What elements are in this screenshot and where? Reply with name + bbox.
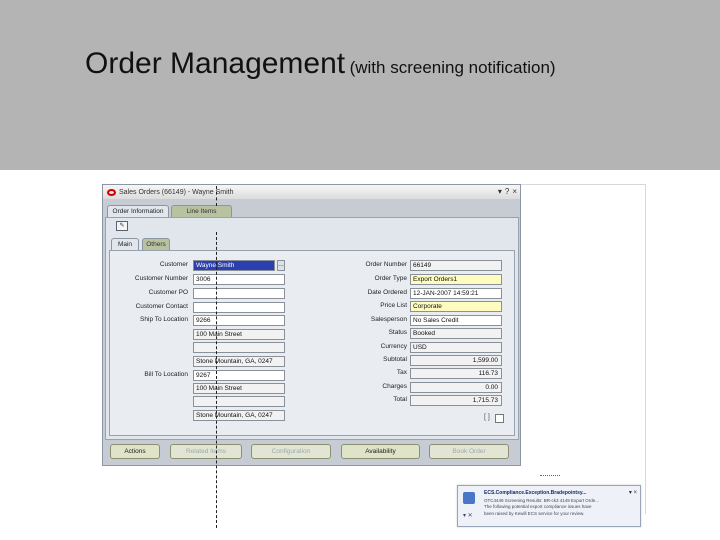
- order-information-panel: ✎ Main Others Customer Wayne Smith … Cus…: [105, 217, 519, 440]
- tab-main[interactable]: Main: [111, 238, 139, 250]
- bill-to-address-line1: 100 Main Street: [193, 383, 285, 394]
- order-number-field: 66149: [410, 260, 502, 271]
- status-label: Status: [388, 329, 407, 336]
- flexfield-checkbox[interactable]: [495, 414, 504, 423]
- toast-options-icons[interactable]: ▾ ✕: [463, 512, 473, 519]
- window-titlebar[interactable]: Sales Orders (66149) - Wayne Smith ▾ ? ×: [103, 185, 520, 199]
- customer-label: Customer: [159, 261, 188, 268]
- availability-button[interactable]: Availability: [341, 444, 420, 459]
- toast-pointer: [540, 475, 560, 476]
- total-field: 1,715.73: [410, 395, 502, 406]
- ship-to-location-field[interactable]: 9266: [193, 315, 285, 326]
- window-menu-icon[interactable]: ▾: [498, 187, 502, 196]
- customer-lov-button[interactable]: …: [277, 260, 285, 271]
- toast-line-1: OTC4449 Screening Results: BR-ck3 4149 E…: [484, 498, 600, 503]
- order-type-field[interactable]: Export Orders1: [410, 274, 502, 285]
- total-label: Total: [393, 396, 407, 403]
- currency-label: Currency: [380, 343, 407, 350]
- subtotal-label: Subtotal: [383, 356, 407, 363]
- salesperson-label: Salesperson: [370, 316, 407, 323]
- price-list-label: Price List: [380, 302, 407, 309]
- price-list-field[interactable]: Corporate: [410, 301, 502, 312]
- window-help-icon[interactable]: ?: [505, 187, 509, 196]
- ship-to-address-line3: Stone Mountain, GA, 0247: [193, 356, 285, 367]
- attachment-icon[interactable]: ✎: [116, 221, 128, 231]
- ship-to-location-label: Ship To Location: [140, 316, 188, 323]
- screening-notification-toast[interactable]: ▾ ✕ ECS.Compliance.Exception.Bradepoints…: [457, 485, 641, 527]
- bill-to-location-label: Bill To Location: [144, 371, 188, 378]
- customer-number-field[interactable]: 3006: [193, 274, 285, 285]
- guide-line: [216, 232, 217, 528]
- ship-to-address-line2: [193, 342, 285, 353]
- tab-order-information[interactable]: Order Information: [107, 205, 169, 217]
- customer-number-label: Customer Number: [134, 275, 188, 282]
- tab-others[interactable]: Others: [142, 238, 170, 250]
- bill-to-location-field[interactable]: 9267: [193, 370, 285, 381]
- guide-line-top: [216, 186, 217, 206]
- toast-line-3: been raised by Kewill ECS service for yo…: [484, 511, 585, 516]
- bill-to-address-line2: [193, 396, 285, 407]
- customer-contact-field[interactable]: [193, 302, 285, 313]
- customer-contact-label: Customer Contact: [135, 303, 188, 310]
- order-number-label: Order Number: [365, 261, 407, 268]
- slide-title-sub: (with screening notification): [349, 58, 556, 77]
- subtotal-field: 1,599.00: [410, 355, 502, 366]
- book-order-button[interactable]: Book Order: [429, 444, 509, 459]
- tax-field: 116.73: [410, 368, 502, 379]
- date-ordered-label: Date Ordered: [367, 289, 407, 296]
- oracle-logo-icon: [107, 188, 116, 196]
- ship-to-address-line1: 100 Main Street: [193, 329, 285, 340]
- bill-to-address-line3: Stone Mountain, GA, 0247: [193, 410, 285, 421]
- notification-app-icon: [463, 492, 475, 504]
- slide-title-main: Order Management: [85, 47, 346, 80]
- customer-po-field[interactable]: [193, 288, 285, 299]
- customer-po-label: Customer PO: [148, 289, 188, 296]
- tax-label: Tax: [396, 369, 407, 376]
- sales-orders-window: Sales Orders (66149) - Wayne Smith ▾ ? ×…: [102, 184, 521, 466]
- date-ordered-field[interactable]: 12-JAN-2007 14:59:21: [410, 288, 502, 299]
- configuration-button[interactable]: Configuration: [251, 444, 331, 459]
- status-field: Booked: [410, 328, 502, 339]
- charges-field[interactable]: 0.00: [410, 382, 502, 393]
- descriptive-flexfield-icon[interactable]: [ ]: [484, 414, 490, 421]
- main-panel: Customer Wayne Smith … Customer Number 3…: [109, 250, 515, 436]
- toast-title[interactable]: ECS.Compliance.Exception.Bradepointsy...: [484, 490, 586, 496]
- toast-close-icon[interactable]: ▾ ×: [629, 489, 637, 496]
- charges-label: Charges: [382, 383, 407, 390]
- window-close-icon[interactable]: ×: [512, 187, 517, 196]
- order-type-label: Order Type: [374, 275, 407, 282]
- background-divider: [645, 184, 646, 514]
- slide-title: Order Management (with screening notific…: [85, 47, 556, 81]
- window-controls: ▾ ? ×: [498, 187, 517, 196]
- actions-button[interactable]: Actions: [110, 444, 160, 459]
- header-band: [0, 0, 720, 170]
- salesperson-field[interactable]: No Sales Credit: [410, 315, 502, 326]
- currency-field: USD: [410, 342, 502, 353]
- slide: Order Management (with screening notific…: [0, 0, 720, 540]
- background-divider-top: [520, 184, 646, 185]
- tab-line-items[interactable]: Line Items: [171, 205, 232, 217]
- related-items-button[interactable]: Related Items: [170, 444, 242, 459]
- customer-field[interactable]: Wayne Smith: [193, 260, 275, 271]
- toast-line-2: The following potential export complianc…: [484, 504, 592, 509]
